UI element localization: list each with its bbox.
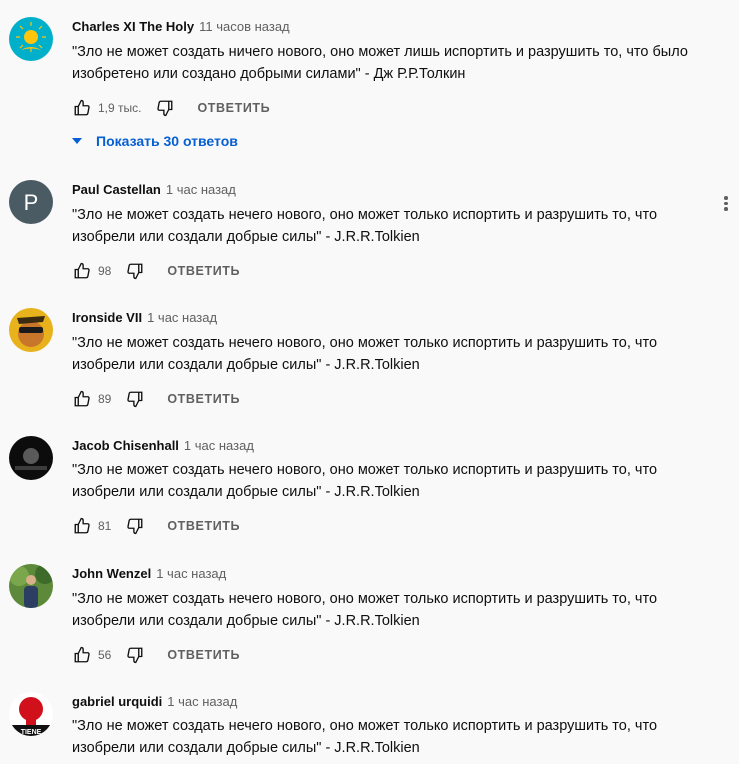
show-replies-label: Показать 30 ответов bbox=[96, 133, 238, 149]
comment-text: "Зло не может создать нечего нового, оно… bbox=[72, 462, 658, 500]
avatar[interactable]: TIENE bbox=[9, 692, 53, 736]
comment-time[interactable]: 1 час назад bbox=[184, 438, 254, 453]
comment-author[interactable]: Charles XI The Holy bbox=[72, 19, 194, 34]
comment-author[interactable]: Ironside VII bbox=[72, 310, 142, 325]
comment-text: "Зло не может создать нечего нового, оно… bbox=[72, 335, 658, 373]
comment-author[interactable]: Paul Castellan bbox=[72, 182, 161, 197]
comment-author[interactable]: Jacob Chisenhall bbox=[72, 438, 179, 453]
dislike-icon[interactable] bbox=[125, 645, 145, 665]
reply-button[interactable]: ОТВЕТИТЬ bbox=[167, 648, 240, 662]
avatar[interactable] bbox=[9, 564, 53, 608]
like-count: 89 bbox=[98, 392, 112, 406]
comment-author[interactable]: gabriel urquidi bbox=[72, 694, 162, 709]
avatar[interactable] bbox=[9, 308, 53, 352]
reply-button[interactable]: ОТВЕТИТЬ bbox=[167, 519, 240, 533]
comment-text: "Зло не может создать нечего нового, оно… bbox=[72, 718, 658, 756]
comment-author[interactable]: John Wenzel bbox=[72, 566, 151, 581]
more-actions-icon[interactable] bbox=[722, 194, 730, 214]
like-icon[interactable] bbox=[72, 645, 92, 665]
like-icon[interactable] bbox=[72, 98, 92, 118]
dislike-icon[interactable] bbox=[125, 261, 145, 281]
comment-time[interactable]: 1 час назад bbox=[166, 182, 236, 197]
comment-text: "Зло не может создать нечего нового, оно… bbox=[72, 207, 658, 245]
like-count: 98 bbox=[98, 264, 112, 278]
dislike-icon[interactable] bbox=[125, 389, 145, 409]
avatar[interactable]: P bbox=[9, 180, 53, 224]
svg-text:TIENE: TIENE bbox=[21, 729, 42, 736]
like-count: 1,9 тыс. bbox=[98, 101, 142, 115]
chevron-down-icon bbox=[72, 138, 82, 144]
avatar[interactable] bbox=[9, 436, 53, 480]
like-count: 56 bbox=[98, 648, 112, 662]
dislike-icon[interactable] bbox=[155, 98, 175, 118]
avatar[interactable] bbox=[9, 17, 53, 61]
like-icon[interactable] bbox=[72, 261, 92, 281]
like-icon[interactable] bbox=[72, 516, 92, 536]
show-replies-button[interactable]: Показать 30 ответов bbox=[72, 131, 238, 151]
comment-time[interactable]: 11 часов назад bbox=[199, 19, 290, 34]
comment-text: "Зло не может создать нечего нового, оно… bbox=[72, 591, 658, 629]
dislike-icon[interactable] bbox=[125, 516, 145, 536]
like-icon[interactable] bbox=[72, 389, 92, 409]
reply-button[interactable]: ОТВЕТИТЬ bbox=[197, 101, 270, 115]
comment-time[interactable]: 1 час назад bbox=[147, 310, 217, 325]
reply-button[interactable]: ОТВЕТИТЬ bbox=[167, 392, 240, 406]
like-count: 81 bbox=[98, 519, 112, 533]
reply-button[interactable]: ОТВЕТИТЬ bbox=[167, 264, 240, 278]
comment-time[interactable]: 1 час назад bbox=[167, 694, 237, 709]
comment-time[interactable]: 1 час назад bbox=[156, 566, 226, 581]
svg-text:P: P bbox=[24, 190, 39, 215]
comment-text: "Зло не может создать ничего нового, оно… bbox=[72, 44, 688, 82]
